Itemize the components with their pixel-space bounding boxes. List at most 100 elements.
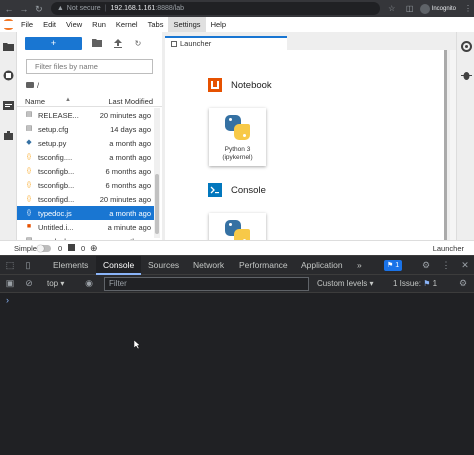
file-modified: 6 months ago (105, 181, 151, 190)
file-modified: 6 months ago (105, 167, 151, 176)
console-section-title: Console (231, 185, 266, 196)
file-name: tsconfigd... (38, 195, 75, 204)
profile-label: Incognito (431, 5, 457, 12)
notebook-section-icon (208, 78, 222, 92)
status-bar: Simple 0 0 ⊕ Launcher (0, 240, 474, 255)
kernels-count: 0 (81, 244, 86, 253)
log-levels-dropdown[interactable]: Custom levels ▾ (317, 278, 373, 290)
menu-view[interactable]: View (61, 17, 87, 32)
json-icon: {} (26, 168, 31, 174)
upload-icon[interactable] (112, 38, 124, 49)
terminal-status-icon[interactable] (68, 244, 75, 251)
extension-icon[interactable] (3, 130, 14, 141)
issues-badge[interactable]: ⚑ 1 (384, 260, 403, 271)
profile-button[interactable]: Incognito (419, 3, 457, 14)
devtools-tab-elements[interactable]: Elements (46, 256, 95, 275)
device-toolbar-icon[interactable]: ▯ (22, 260, 34, 271)
sidebar-toggle-icon[interactable]: ▣ (4, 278, 16, 289)
mouse-cursor-icon (134, 340, 141, 350)
devtools-tab-sources[interactable]: Sources (141, 256, 186, 275)
url-host: 192.168.1.161 (110, 5, 156, 12)
jupyter-logo-icon (2, 18, 16, 32)
devtools-tab-application[interactable]: Application (294, 256, 350, 275)
reload-icon[interactable]: ↻ (33, 3, 45, 15)
file-row[interactable]: ▤ setup.cfg 14 days ago (17, 122, 155, 136)
menu-edit[interactable]: Edit (38, 17, 61, 32)
home-folder-icon (26, 82, 34, 88)
file-row[interactable]: {} tsconfigd... 20 minutes ago (17, 192, 155, 206)
breadcrumb[interactable]: / (26, 80, 39, 90)
kernel-status-icon[interactable]: ⊕ (90, 243, 98, 254)
json-icon: {} (26, 154, 31, 160)
file-name: setup.py (38, 139, 67, 148)
menu-file[interactable]: File (16, 17, 38, 32)
menu-run[interactable]: Run (87, 17, 111, 32)
menu-tabs[interactable]: Tabs (143, 17, 169, 32)
right-sidebar (456, 32, 474, 255)
issues-counter[interactable]: 1 Issue: ⚑ 1 (393, 278, 437, 290)
file-icon: ▤ (25, 111, 33, 118)
tab-launcher[interactable]: Launcher (165, 36, 287, 50)
commands-icon[interactable] (3, 100, 14, 111)
inspect-element-icon[interactable]: ⬚ (4, 260, 16, 271)
file-row[interactable]: {} typedoc.js a month ago (17, 206, 155, 220)
clear-console-icon[interactable]: ⊘ (23, 278, 35, 289)
file-row[interactable]: ◆ setup.py a month ago (17, 136, 155, 150)
console-filter-input[interactable]: Filter (104, 277, 309, 291)
file-filter-input[interactable]: Filter files by name (26, 59, 153, 74)
property-inspector-icon[interactable] (461, 41, 472, 52)
file-row[interactable]: ▤ RELEASE... 20 minutes ago (17, 108, 155, 122)
devtools-tabbar: ⬚ ▯ Elements Console Sources Network Per… (0, 255, 474, 275)
dropdown-caret-icon: ▾ (60, 279, 65, 288)
address-bar[interactable]: ▲ Not secure | 192.168.1.161 :8888/lab (50, 2, 380, 15)
bookmark-star-icon[interactable]: ☆ (386, 4, 398, 13)
menu-help[interactable]: Help (206, 17, 231, 32)
refresh-icon[interactable]: ↻ (132, 38, 144, 49)
forward-icon[interactable]: → (18, 3, 30, 15)
settings-gear-icon[interactable]: ⚙ (420, 260, 432, 271)
column-name[interactable]: Name (25, 97, 45, 106)
devtools-more-tabs[interactable]: » (350, 256, 369, 275)
context-selector[interactable]: top ▾ (47, 278, 64, 290)
file-row[interactable]: {} tsconfigb... 6 months ago (17, 164, 155, 178)
incognito-icon (419, 3, 430, 14)
python3-console-card[interactable] (209, 213, 266, 240)
file-name: tsconfigb... (38, 167, 75, 176)
close-devtools-icon[interactable]: ✕ (459, 260, 471, 271)
debugger-icon[interactable] (461, 70, 472, 81)
file-name: setup.cfg (38, 125, 69, 134)
console-output[interactable]: › (0, 293, 474, 455)
file-icon: ▤ (25, 125, 33, 132)
file-row[interactable]: {} tsconfigb... 6 months ago (17, 178, 155, 192)
file-row[interactable]: {} tsconfig.... a month ago (17, 150, 155, 164)
back-icon[interactable]: ← (3, 3, 15, 15)
file-row[interactable]: ■ Untitled.i... a minute ago (17, 220, 155, 234)
devtools-tab-performance[interactable]: Performance (232, 256, 295, 275)
notebook-icon: ■ (26, 223, 32, 230)
file-modified: a month ago (109, 209, 151, 218)
file-list-scrollbar[interactable] (154, 108, 160, 238)
devtools-menu-icon[interactable]: ⋮ (440, 260, 452, 271)
console-section-icon (208, 183, 222, 197)
running-icon[interactable] (3, 70, 14, 81)
file-name: tsconfigb... (38, 181, 75, 190)
devtools-tab-console[interactable]: Console (96, 256, 142, 275)
devtools-tab-network[interactable]: Network (186, 256, 231, 275)
extensions-icon[interactable]: ◫ (404, 4, 416, 13)
more-menu-icon[interactable]: ⋮ (462, 4, 474, 13)
simple-mode-toggle[interactable] (37, 245, 51, 252)
file-modified: a month ago (109, 153, 151, 162)
python3-notebook-card[interactable]: Python 3 (ipykernel) (209, 108, 266, 166)
new-launcher-button[interactable]: + (25, 37, 82, 50)
folder-icon[interactable] (3, 41, 14, 52)
menu-kernel[interactable]: Kernel (111, 17, 143, 32)
column-last-modified[interactable]: Last Modified (108, 97, 153, 106)
console-settings-gear-icon[interactable]: ⚙ (457, 278, 469, 289)
new-folder-icon[interactable] (91, 38, 103, 49)
url-path: :8888/lab (155, 5, 185, 12)
menu-settings[interactable]: Settings (168, 17, 206, 32)
file-list-header: Name ▲ Last Modified (17, 96, 162, 107)
live-expression-eye-icon[interactable]: ◉ (83, 278, 95, 289)
python-logo-icon (225, 220, 250, 240)
file-browser: + ↻ Filter files by name / Name ▲ Last M… (17, 32, 162, 246)
